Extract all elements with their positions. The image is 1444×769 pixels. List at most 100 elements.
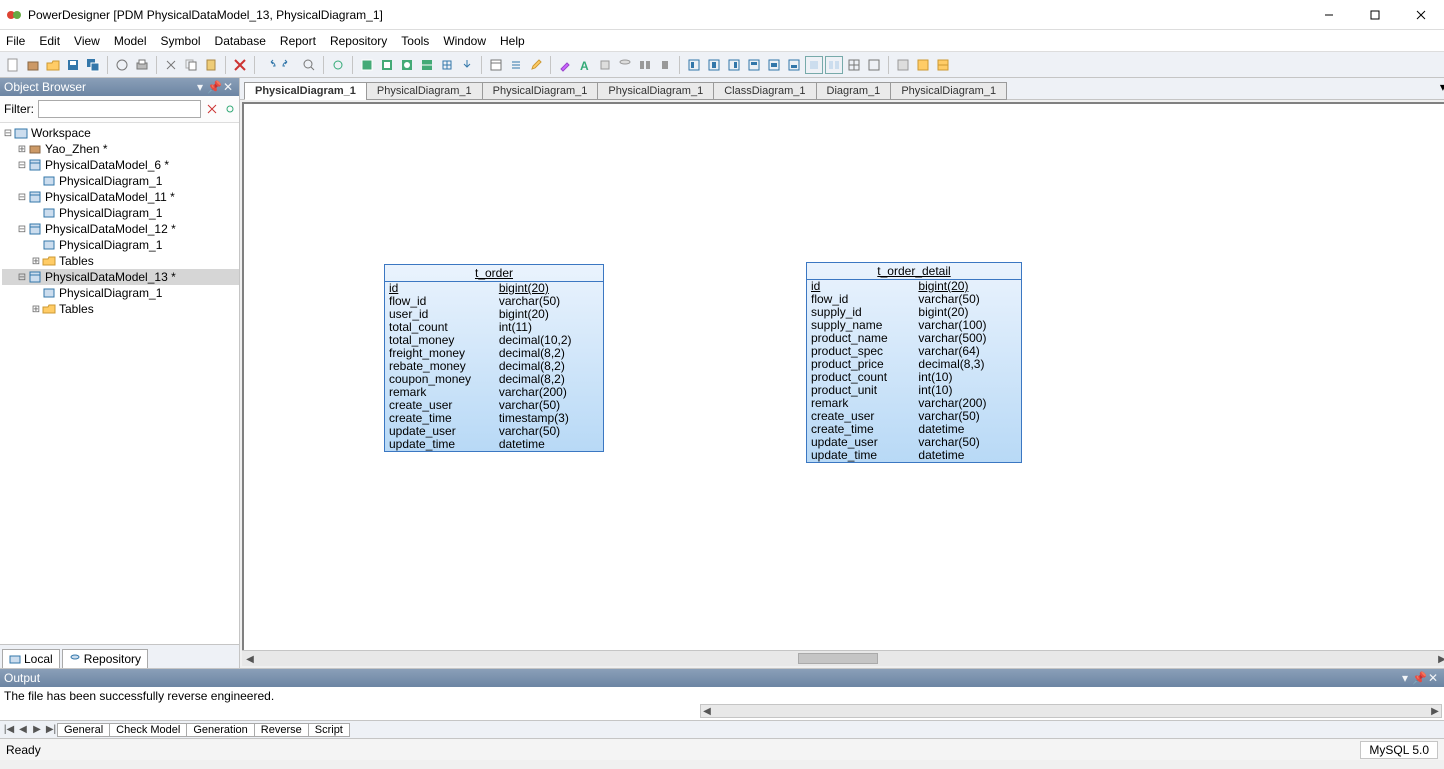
menu-tools[interactable]: Tools <box>401 34 429 48</box>
delete-icon[interactable] <box>231 56 249 74</box>
save-all-icon[interactable] <box>84 56 102 74</box>
tree-node[interactable]: ⊞Tables <box>2 253 239 269</box>
output-tab[interactable]: Script <box>308 723 350 737</box>
panel-menu-icon[interactable]: ▾ <box>1398 671 1412 685</box>
tree-node[interactable]: PhysicalDiagram_1 <box>2 237 239 253</box>
panel-close-icon[interactable]: ✕ <box>1426 671 1440 685</box>
new-model-icon[interactable] <box>24 56 42 74</box>
align6-icon[interactable] <box>785 56 803 74</box>
menu-file[interactable]: File <box>6 34 25 48</box>
brush-icon[interactable] <box>556 56 574 74</box>
db-icon[interactable] <box>616 56 634 74</box>
save-icon[interactable] <box>64 56 82 74</box>
minimize-button[interactable] <box>1306 0 1352 30</box>
tree-node[interactable]: ⊟PhysicalDataModel_12 * <box>2 221 239 237</box>
tab-nav-first-icon[interactable]: |◀ <box>2 724 16 735</box>
tree-node[interactable]: ⊞Yao_Zhen * <box>2 141 239 157</box>
doc-tab-active[interactable]: PhysicalDiagram_1 <box>244 82 367 100</box>
panel-menu-icon[interactable]: ▾ <box>193 80 207 94</box>
tab-nav-last-icon[interactable]: ▶| <box>44 724 58 735</box>
table-t-order[interactable]: t_order idbigint(20)flow_idvarchar(50)us… <box>384 264 604 452</box>
new-icon[interactable] <box>4 56 22 74</box>
tree-node[interactable]: ⊟PhysicalDataModel_11 * <box>2 189 239 205</box>
physical-icon[interactable] <box>914 56 932 74</box>
diagram3-icon[interactable] <box>398 56 416 74</box>
refresh-icon[interactable] <box>329 56 347 74</box>
menu-database[interactable]: Database <box>215 34 266 48</box>
text-a-icon[interactable]: A <box>576 56 594 74</box>
tree-node[interactable]: ⊟PhysicalDataModel_6 * <box>2 157 239 173</box>
doc-tab[interactable]: PhysicalDiagram_1 <box>366 82 483 100</box>
menu-window[interactable]: Window <box>443 34 486 48</box>
object-tree[interactable]: ⊟Workspace⊞Yao_Zhen *⊟PhysicalDataModel_… <box>0 122 239 644</box>
doc-tab[interactable]: ClassDiagram_1 <box>713 82 816 100</box>
undo-icon[interactable] <box>260 56 278 74</box>
list-icon[interactable] <box>507 56 525 74</box>
canvas-hscroll[interactable]: ◀▶ <box>242 650 1444 666</box>
output-tab[interactable]: Generation <box>186 723 254 737</box>
zoom-menu-icon[interactable] <box>865 56 883 74</box>
print-icon[interactable] <box>133 56 151 74</box>
doc-tab[interactable]: PhysicalDiagram_1 <box>890 82 1007 100</box>
tree-node[interactable]: PhysicalDiagram_1 <box>2 285 239 301</box>
copy-icon[interactable] <box>182 56 200 74</box>
menu-edit[interactable]: Edit <box>39 34 60 48</box>
tab-nav-prev-icon[interactable]: ◀ <box>16 724 30 735</box>
tab-nav-next-icon[interactable]: ▶ <box>30 724 44 735</box>
filter-refresh-icon[interactable] <box>223 102 237 116</box>
align5-icon[interactable] <box>765 56 783 74</box>
close-button[interactable] <box>1398 0 1444 30</box>
compare-icon[interactable] <box>636 56 654 74</box>
menu-repository[interactable]: Repository <box>330 34 387 48</box>
output-tab[interactable]: Check Model <box>109 723 187 737</box>
tab-menu-icon[interactable]: ▾ <box>1440 80 1444 94</box>
menu-symbol[interactable]: Symbol <box>161 34 201 48</box>
panel-pin-icon[interactable]: 📌 <box>1412 671 1426 685</box>
grid-icon[interactable] <box>845 56 863 74</box>
doc-tab[interactable]: Diagram_1 <box>816 82 892 100</box>
tree-node[interactable]: ⊞Tables <box>2 301 239 317</box>
maximize-button[interactable] <box>1352 0 1398 30</box>
doc-tab[interactable]: PhysicalDiagram_1 <box>482 82 599 100</box>
diagram-canvas[interactable]: t_order idbigint(20)flow_idvarchar(50)us… <box>242 102 1444 666</box>
panel-pin-icon[interactable]: 📌 <box>207 80 221 94</box>
align4-icon[interactable] <box>745 56 763 74</box>
output-hscroll[interactable]: ◀▶ <box>700 704 1442 718</box>
tree-node[interactable]: PhysicalDiagram_1 <box>2 205 239 221</box>
doc-tab[interactable]: PhysicalDiagram_1 <box>597 82 714 100</box>
menu-model[interactable]: Model <box>114 34 147 48</box>
edit-icon[interactable] <box>527 56 545 74</box>
output-tab[interactable]: Reverse <box>254 723 309 737</box>
check-icon[interactable] <box>894 56 912 74</box>
merge-icon[interactable] <box>656 56 674 74</box>
menu-view[interactable]: View <box>74 34 100 48</box>
open-icon[interactable] <box>44 56 62 74</box>
diagram4-icon[interactable] <box>418 56 436 74</box>
diagram2-icon[interactable] <box>378 56 396 74</box>
left-tab-local[interactable]: Local <box>2 649 60 668</box>
panel-close-icon[interactable]: ✕ <box>221 80 235 94</box>
menu-help[interactable]: Help <box>500 34 525 48</box>
redo-icon[interactable] <box>280 56 298 74</box>
table-t-order-detail[interactable]: t_order_detail idbigint(20)flow_idvarcha… <box>806 262 1022 463</box>
export-icon[interactable] <box>438 56 456 74</box>
align3-icon[interactable] <box>725 56 743 74</box>
tree-node[interactable]: PhysicalDiagram_1 <box>2 173 239 189</box>
print-preview-icon[interactable] <box>113 56 131 74</box>
output-tab[interactable]: General <box>57 723 110 737</box>
import-icon[interactable] <box>458 56 476 74</box>
view-mode1-icon[interactable] <box>805 56 823 74</box>
align2-icon[interactable] <box>705 56 723 74</box>
align1-icon[interactable] <box>685 56 703 74</box>
left-tab-repository[interactable]: Repository <box>62 649 148 668</box>
tree-node[interactable]: ⊟Workspace <box>2 125 239 141</box>
tree-node[interactable]: ⊟PhysicalDataModel_13 * <box>2 269 239 285</box>
view-mode2-icon[interactable] <box>825 56 843 74</box>
filter-input[interactable] <box>38 100 201 118</box>
paste-icon[interactable] <box>202 56 220 74</box>
menu-report[interactable]: Report <box>280 34 316 48</box>
cut-icon[interactable] <box>162 56 180 74</box>
physical2-icon[interactable] <box>934 56 952 74</box>
filter-clear-icon[interactable] <box>205 102 219 116</box>
generate-icon[interactable] <box>596 56 614 74</box>
